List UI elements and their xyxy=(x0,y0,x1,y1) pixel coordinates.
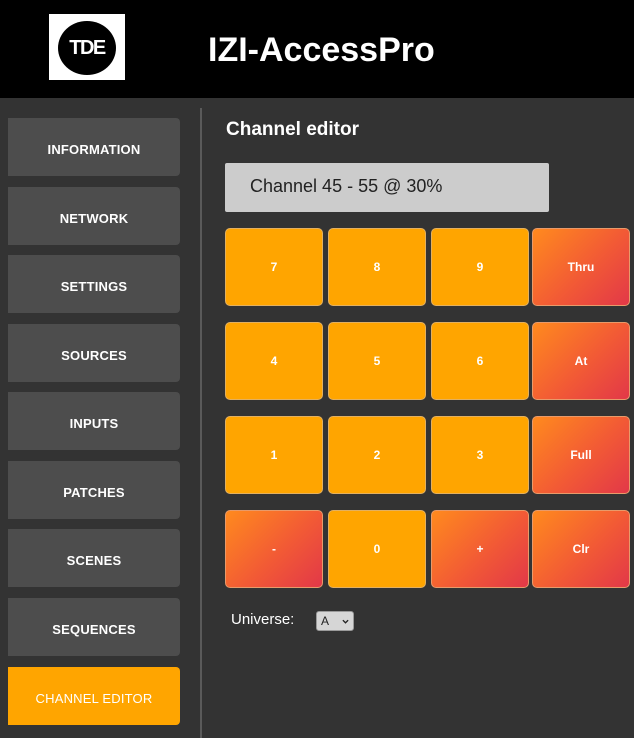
page-title: Channel editor xyxy=(226,119,360,140)
sidebar-item-label: NETWORK xyxy=(59,210,129,226)
sidebar-item-label: INFORMATION xyxy=(47,141,141,157)
tde-logo: TDE xyxy=(49,14,125,80)
key-full[interactable]: Full xyxy=(532,416,630,494)
channel-command-display: Channel 45 - 55 @ 30% xyxy=(225,163,549,212)
sidebar-item-channel-editor[interactable]: CHANNEL EDITOR xyxy=(8,667,180,725)
app-header: TDE IZI-AccessPro xyxy=(0,0,634,98)
sidebar-item-label: SETTINGS xyxy=(60,278,128,294)
sidebar-item-inputs[interactable]: INPUTS xyxy=(8,392,180,450)
sidebar-item-information[interactable]: INFORMATION xyxy=(8,118,180,176)
key-6[interactable]: 6 xyxy=(431,322,529,400)
universe-select[interactable]: A xyxy=(316,611,354,631)
key-plus[interactable]: + xyxy=(431,510,529,588)
sidebar-item-scenes[interactable]: SCENES xyxy=(8,529,180,587)
universe-label: Universe: xyxy=(231,611,295,628)
sidebar-item-network[interactable]: NETWORK xyxy=(8,187,180,245)
key-7[interactable]: 7 xyxy=(225,228,323,306)
key-4[interactable]: 4 xyxy=(225,322,323,400)
key-at[interactable]: At xyxy=(532,322,630,400)
sidebar-item-settings[interactable]: SETTINGS xyxy=(8,255,180,313)
sidebar-item-sequences[interactable]: SEQUENCES xyxy=(8,598,180,656)
sidebar-divider xyxy=(200,108,202,738)
sidebar-item-label: PATCHES xyxy=(63,484,125,500)
key-clr[interactable]: Clr xyxy=(532,510,630,588)
sidebar-item-label: INPUTS xyxy=(69,415,119,431)
app-title: IZI-AccessPro xyxy=(208,31,435,69)
key-3[interactable]: 3 xyxy=(431,416,529,494)
key-9[interactable]: 9 xyxy=(431,228,529,306)
chevron-down-icon xyxy=(342,619,349,624)
sidebar-item-label: SOURCES xyxy=(61,347,127,363)
key-5[interactable]: 5 xyxy=(328,322,426,400)
key-thru[interactable]: Thru xyxy=(532,228,630,306)
sidebar-item-label: SCENES xyxy=(66,552,122,568)
key-8[interactable]: 8 xyxy=(328,228,426,306)
key-minus[interactable]: - xyxy=(225,510,323,588)
key-1[interactable]: 1 xyxy=(225,416,323,494)
key-0[interactable]: 0 xyxy=(328,510,426,588)
universe-select-value: A xyxy=(321,614,330,628)
sidebar-item-label: CHANNEL EDITOR xyxy=(35,690,153,706)
sidebar-item-label: SEQUENCES xyxy=(52,621,136,637)
key-2[interactable]: 2 xyxy=(328,416,426,494)
logo-text: TDE xyxy=(69,37,106,59)
sidebar-item-sources[interactable]: SOURCES xyxy=(8,324,180,382)
logo-badge: TDE xyxy=(58,21,116,75)
sidebar-item-patches[interactable]: PATCHES xyxy=(8,461,180,519)
